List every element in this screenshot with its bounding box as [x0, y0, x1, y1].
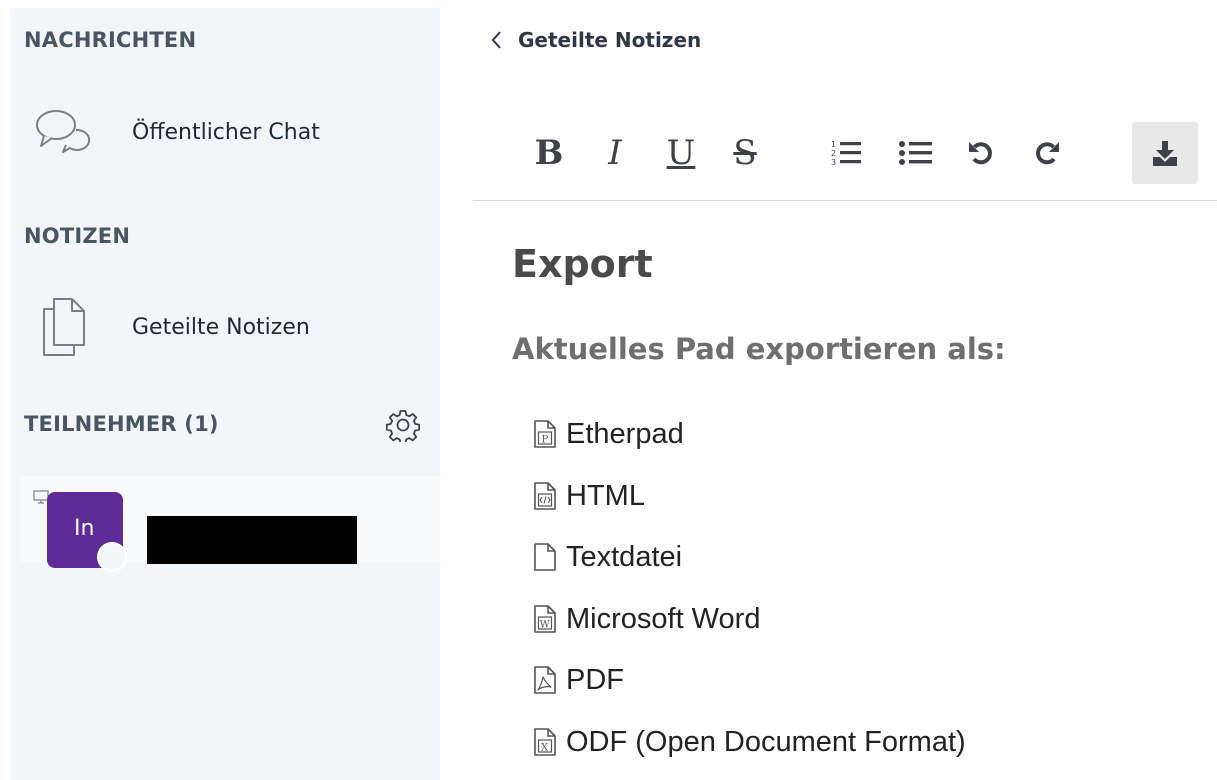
participants-section-title: TEILNEHMER (1)	[24, 412, 219, 436]
export-heading: Export	[512, 242, 653, 286]
avatar-status-badge	[97, 542, 127, 572]
pdf-file-icon	[532, 663, 562, 697]
shared-notes-label: Geteilte Notizen	[132, 314, 310, 340]
etherpad-label: Etherpad	[566, 417, 684, 450]
notes-icon	[18, 295, 110, 359]
undo-icon	[969, 142, 992, 165]
html-file-icon	[532, 479, 562, 513]
redo-icon	[1036, 142, 1059, 165]
notes-section-title: NOTIZEN	[24, 224, 131, 248]
word-file-icon: W	[532, 602, 562, 636]
avatar-initials: In	[74, 516, 95, 541]
svg-text:1: 1	[831, 140, 836, 149]
svg-text:X: X	[541, 743, 549, 754]
export-odf-link[interactable]: X ODF (Open Document Format)	[532, 724, 966, 760]
messages-section-title: NACHRICHTEN	[24, 28, 197, 52]
svg-text:W: W	[540, 620, 551, 631]
redacted-user-name	[147, 516, 357, 564]
italic-button[interactable]: I	[598, 122, 632, 184]
back-to-shared-notes[interactable]: Geteilte Notizen	[488, 28, 701, 52]
word-label: Microsoft Word	[566, 602, 761, 635]
bold-button[interactable]: B	[532, 122, 566, 184]
participant-row[interactable]: In	[20, 476, 440, 572]
export-textdatei-link[interactable]: Textdatei	[532, 539, 682, 575]
export-word-link[interactable]: W Microsoft Word	[532, 601, 760, 637]
svg-text:3: 3	[831, 158, 836, 167]
ordered-list-button[interactable]: 1 2 3	[826, 122, 866, 184]
svg-text:P: P	[542, 435, 549, 446]
undo-button[interactable]	[964, 122, 1000, 184]
chat-icon	[18, 106, 110, 158]
odf-label: ODF (Open Document Format)	[566, 725, 966, 758]
chevron-left-icon	[491, 31, 501, 49]
sidebar-item-public-chat[interactable]: Öffentlicher Chat	[18, 96, 430, 168]
unordered-list-button[interactable]	[896, 122, 936, 184]
strikethrough-button[interactable]: S	[728, 122, 762, 184]
editor-toolbar: B I U S 1 2 3	[520, 122, 1200, 184]
underline-button[interactable]: U	[664, 122, 698, 184]
export-html-link[interactable]: HTML	[532, 478, 645, 514]
svg-text:2: 2	[831, 149, 836, 158]
etherpad-file-icon: P	[532, 417, 562, 451]
gear-icon[interactable]	[385, 408, 421, 445]
export-subheading: Aktuelles Pad exportieren als:	[512, 332, 1006, 366]
unordered-list-icon	[899, 141, 932, 165]
toolbar-divider	[473, 200, 1217, 201]
sidebar: NACHRICHTEN Öffentlicher Chat NOTIZEN Ge…	[10, 8, 440, 780]
export-button[interactable]	[1132, 122, 1198, 184]
pdf-label: PDF	[566, 663, 624, 696]
download-icon	[1153, 141, 1177, 166]
textdatei-label: Textdatei	[566, 540, 683, 573]
odf-file-icon: X	[532, 725, 562, 759]
avatar[interactable]: In	[47, 492, 127, 572]
back-label: Geteilte Notizen	[518, 28, 702, 52]
export-pdf-link[interactable]: PDF	[532, 662, 624, 698]
public-chat-label: Öffentlicher Chat	[132, 119, 320, 145]
export-etherpad-link[interactable]: P Etherpad	[532, 416, 684, 452]
redo-button[interactable]	[1028, 122, 1064, 184]
sidebar-item-shared-notes[interactable]: Geteilte Notizen	[18, 291, 430, 363]
ordered-list-icon: 1 2 3	[831, 140, 861, 167]
text-file-icon	[532, 540, 562, 574]
html-label: HTML	[566, 479, 645, 512]
